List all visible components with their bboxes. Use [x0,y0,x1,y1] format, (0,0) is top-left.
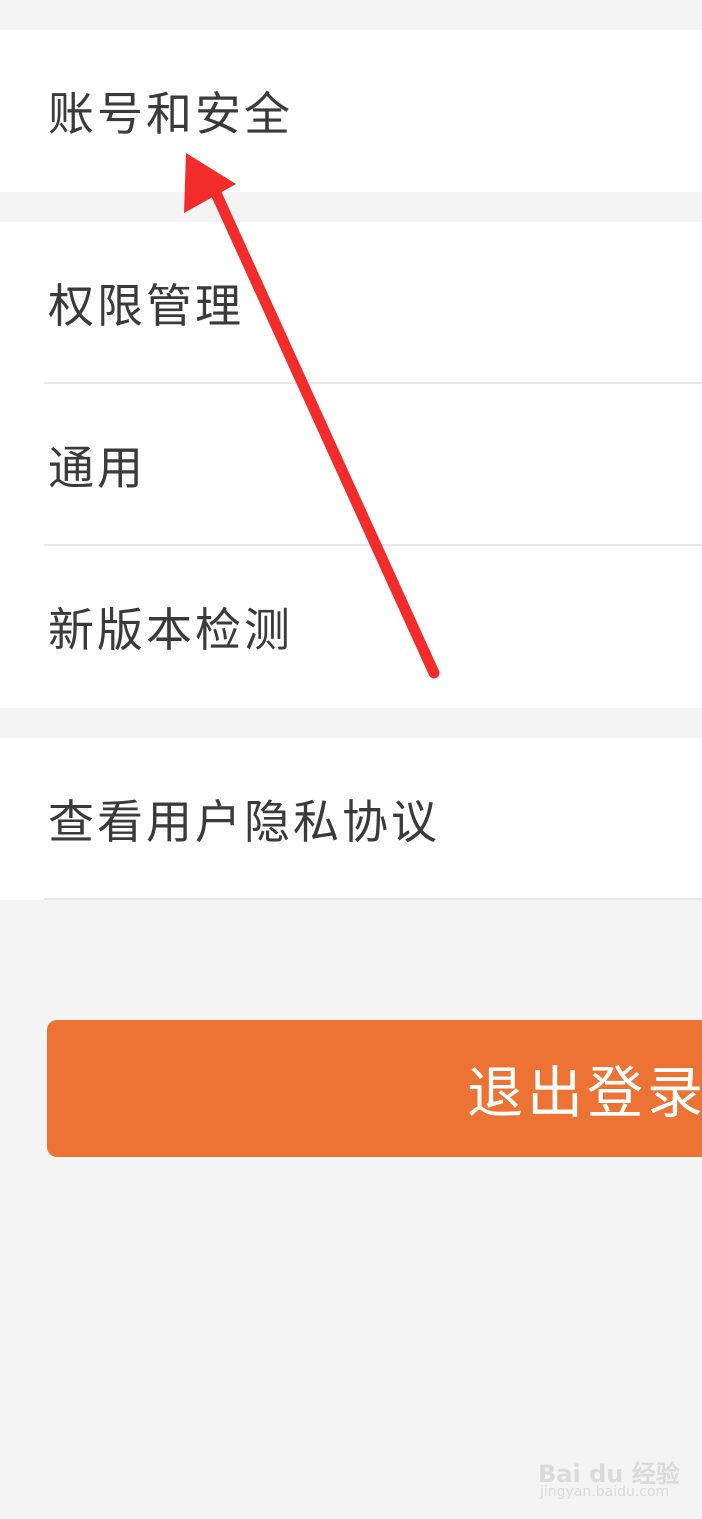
watermark-url: jingyan.baidu.com [540,1484,670,1500]
settings-group-account: 账号和安全 [0,30,702,192]
settings-item-account-security[interactable]: 账号和安全 [0,30,702,192]
settings-group-preferences: 权限管理 通用 新版本检测 [0,222,702,708]
settings-item-label: 账号和安全 [48,87,293,141]
settings-item-label: 查看用户隐私协议 [48,795,440,849]
settings-item-version-check[interactable]: 新版本检测 [0,546,702,708]
settings-item-label: 新版本检测 [48,603,293,657]
row-divider [44,898,702,900]
baidu-jingyan-watermark: Bai du 经验 jingyan.baidu.com [536,1440,686,1504]
settings-item-general[interactable]: 通用 [0,384,702,546]
settings-group-privacy: 查看用户隐私协议 [0,738,702,900]
logout-label: 退出登录 [467,1061,702,1126]
logout-button[interactable]: 退出登录 [47,1020,702,1157]
settings-item-label: 通用 [48,441,146,495]
settings-item-permission-management[interactable]: 权限管理 [0,222,702,384]
settings-item-label: 权限管理 [48,279,244,333]
settings-item-privacy-policy[interactable]: 查看用户隐私协议 [0,738,702,900]
